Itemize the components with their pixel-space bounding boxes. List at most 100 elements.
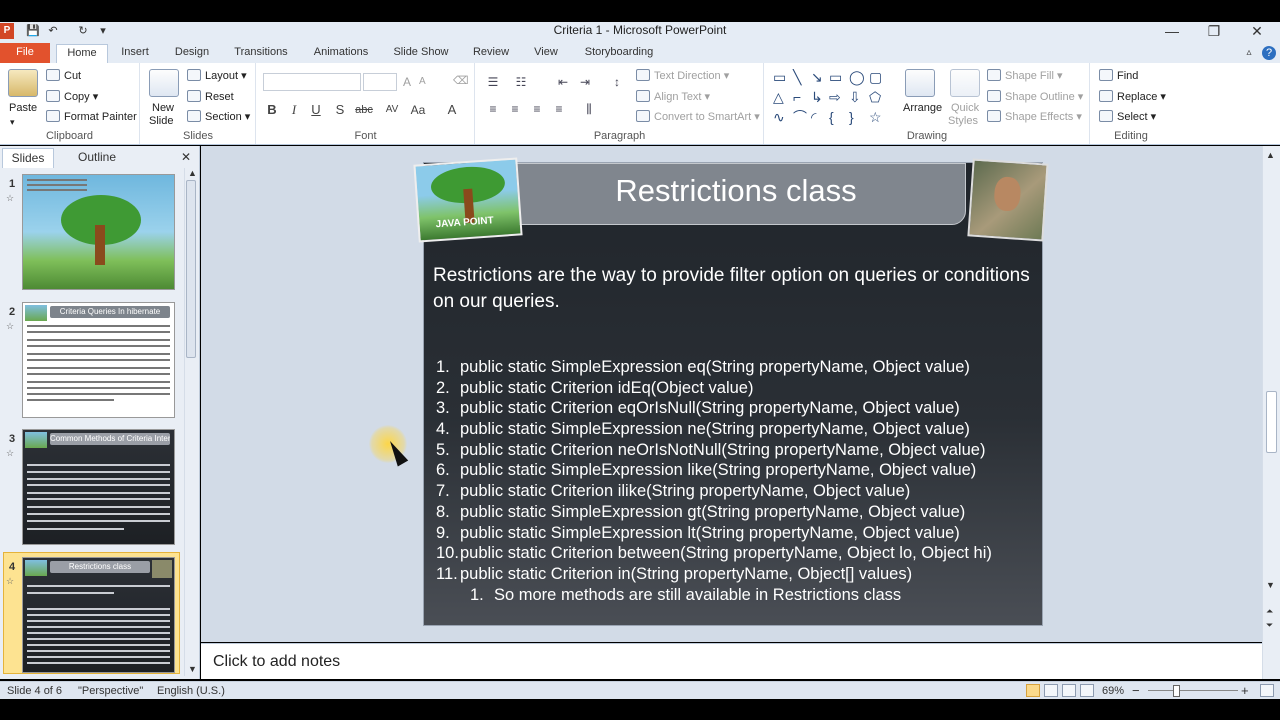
- format-painter-button[interactable]: Format Painter: [46, 110, 137, 124]
- cut-button[interactable]: Cut: [46, 69, 81, 83]
- slides-panel-scrollbar[interactable]: ▲ ▼: [184, 168, 197, 676]
- scroll-up-icon[interactable]: ▲: [1266, 150, 1275, 160]
- layout-button[interactable]: Layout ▾: [187, 69, 247, 83]
- numbering-icon[interactable]: ☷: [512, 74, 530, 90]
- down-arrow-shape-icon[interactable]: ⇩: [849, 89, 861, 105]
- increase-indent-icon[interactable]: ⇥: [576, 74, 594, 90]
- tab-home[interactable]: Home: [56, 44, 108, 63]
- right-arrow-shape-icon[interactable]: ⇨: [829, 89, 841, 105]
- change-case-button[interactable]: Aa: [407, 101, 429, 119]
- slide-thumbnail-1[interactable]: [22, 174, 175, 290]
- scrollbar-thumb[interactable]: [186, 180, 196, 358]
- minimize-button[interactable]: —: [1152, 22, 1192, 42]
- shape-effects-button[interactable]: Shape Effects ▾: [987, 110, 1082, 124]
- arc-shape-icon[interactable]: ◜: [811, 109, 816, 125]
- convert-smartart-button[interactable]: Convert to SmartArt ▾: [636, 110, 760, 124]
- font-size-select[interactable]: [363, 73, 397, 91]
- paste-button[interactable]: Paste: [9, 101, 37, 115]
- rounded-rect-shape-icon[interactable]: ▢: [869, 69, 882, 85]
- quick-styles-button[interactable]: Quick: [951, 101, 979, 115]
- arrange-icon[interactable]: [905, 69, 935, 97]
- scrollbar-thumb[interactable]: [1266, 391, 1277, 453]
- shrink-font-icon[interactable]: A: [419, 75, 426, 89]
- current-slide[interactable]: Restrictions class JAVA POINT Restrictio…: [413, 157, 1049, 626]
- textbox-shape-icon[interactable]: ▭: [773, 69, 786, 85]
- slide-scrollbar[interactable]: ▲ ▼ ⏶ ⏷: [1262, 146, 1280, 679]
- close-panel-icon[interactable]: ✕: [178, 148, 194, 168]
- java-point-tree-logo[interactable]: JAVA POINT: [413, 157, 523, 243]
- notes-pane[interactable]: Click to add notes: [201, 643, 1262, 679]
- align-left-icon[interactable]: ≡: [484, 101, 502, 117]
- tab-design[interactable]: Design: [166, 44, 218, 63]
- shape-outline-button[interactable]: Shape Outline ▾: [987, 90, 1083, 104]
- line-spacing-icon[interactable]: ↕: [608, 74, 626, 90]
- previous-slide-icon[interactable]: ⏶: [1266, 606, 1273, 617]
- zoom-slider-handle[interactable]: [1173, 685, 1180, 697]
- slide-thumbnail-3[interactable]: Common Methods of Criteria Interface: [22, 429, 175, 545]
- tab-view[interactable]: View: [524, 44, 568, 63]
- slide-show-view-icon[interactable]: [1080, 684, 1094, 697]
- slide-sorter-view-icon[interactable]: [1044, 684, 1058, 697]
- arrow-shape-icon[interactable]: ↘: [811, 69, 823, 85]
- font-name-select[interactable]: [263, 73, 361, 91]
- underline-button[interactable]: U: [307, 101, 325, 119]
- scroll-up-icon[interactable]: ▲: [188, 168, 197, 178]
- text-shadow-button[interactable]: S: [331, 101, 349, 119]
- decrease-indent-icon[interactable]: ⇤: [554, 74, 572, 90]
- grow-font-icon[interactable]: A: [403, 75, 411, 89]
- shape-fill-button[interactable]: Shape Fill ▾: [987, 69, 1063, 83]
- connector-shape-icon[interactable]: ⌐: [793, 89, 801, 105]
- strikethrough-button[interactable]: abc: [353, 101, 375, 119]
- intro-text[interactable]: Restrictions are the way to provide filt…: [433, 263, 1033, 315]
- zoom-out-button[interactable]: −: [1132, 683, 1140, 698]
- arrange-button[interactable]: Arrange: [903, 101, 942, 115]
- star-shape-icon[interactable]: ☆: [869, 109, 882, 125]
- presenter-photo[interactable]: [967, 158, 1049, 242]
- section-button[interactable]: Section ▾: [187, 110, 250, 124]
- replace-button[interactable]: Replace ▾: [1099, 90, 1166, 104]
- text-direction-button[interactable]: Text Direction ▾: [636, 69, 729, 83]
- tab-storyboarding[interactable]: Storyboarding: [576, 44, 662, 63]
- tab-animations[interactable]: Animations: [306, 44, 376, 63]
- curve-shape-icon[interactable]: ⌒: [793, 109, 807, 125]
- italic-button[interactable]: I: [285, 101, 303, 119]
- oval-shape-icon[interactable]: ◯: [849, 69, 865, 85]
- character-spacing-button[interactable]: AV: [381, 101, 403, 119]
- zoom-slider-track[interactable]: [1148, 690, 1238, 691]
- scroll-down-icon[interactable]: ▼: [1266, 580, 1275, 590]
- clear-formatting-icon[interactable]: ⌫: [453, 74, 469, 88]
- tab-outline-panel[interactable]: Outline: [58, 148, 136, 168]
- find-button[interactable]: Find: [1099, 69, 1138, 83]
- tab-insert[interactable]: Insert: [112, 44, 158, 63]
- tab-slides-panel[interactable]: Slides: [2, 148, 54, 168]
- help-icon[interactable]: ?: [1262, 46, 1276, 60]
- zoom-level[interactable]: 69%: [1102, 685, 1124, 697]
- tab-review[interactable]: Review: [466, 44, 516, 63]
- quick-styles-icon[interactable]: [950, 69, 980, 97]
- rectangle-shape-icon[interactable]: ▭: [829, 69, 842, 85]
- shapes-gallery[interactable]: ▭ ╲ ↘ ▭ ◯ ▢ △ ⌐ ↳ ⇨ ⇩ ⬠ ∿ ⌒ ◜ { } ☆: [771, 67, 895, 127]
- scroll-down-icon[interactable]: ▼: [188, 664, 197, 674]
- align-right-icon[interactable]: ≡: [528, 101, 546, 117]
- copy-button[interactable]: Copy ▾: [46, 90, 98, 104]
- new-slide-button[interactable]: New: [152, 101, 174, 115]
- elbow-shape-icon[interactable]: ↳: [811, 89, 823, 105]
- slide-thumbnail-4[interactable]: Restrictions class: [22, 557, 175, 673]
- font-color-button[interactable]: A: [443, 101, 461, 119]
- language-indicator[interactable]: English (U.S.): [157, 685, 225, 697]
- bullets-icon[interactable]: ☰: [484, 74, 502, 90]
- quick-styles-button-line2[interactable]: Styles: [948, 114, 978, 128]
- close-button[interactable]: ✕: [1237, 22, 1277, 42]
- columns-icon[interactable]: ⫼: [580, 101, 598, 117]
- slide-title[interactable]: Restrictions class: [506, 173, 966, 209]
- brace-left-shape-icon[interactable]: {: [829, 109, 834, 125]
- reading-view-icon[interactable]: [1062, 684, 1076, 697]
- brace-right-shape-icon[interactable]: }: [849, 109, 854, 125]
- triangle-shape-icon[interactable]: △: [773, 89, 784, 105]
- restore-button[interactable]: ❐: [1194, 22, 1234, 42]
- minimize-ribbon-icon[interactable]: ▵: [1242, 44, 1256, 63]
- reset-button[interactable]: Reset: [187, 90, 234, 104]
- new-slide-button-line2[interactable]: Slide: [149, 114, 173, 128]
- methods-list[interactable]: 1. public static SimpleExpression eq(Stri…: [436, 357, 1036, 605]
- tab-transitions[interactable]: Transitions: [226, 44, 296, 63]
